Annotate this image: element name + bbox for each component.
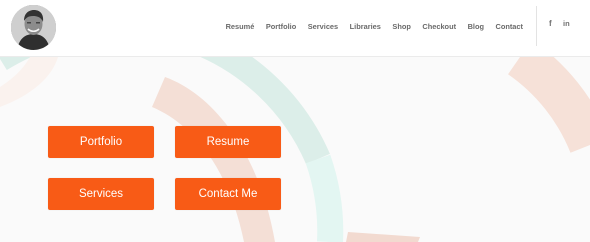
nav-item-libraries[interactable]: Libraries [350,22,381,31]
services-button[interactable]: Services [48,178,154,210]
nav-item-shop[interactable]: Shop [392,22,410,31]
avatar[interactable] [11,5,56,50]
nav-item-services[interactable]: Services [308,22,338,31]
main-nav: Resumé Portfolio Services Libraries Shop… [226,0,523,52]
contact-me-button[interactable]: Contact Me [175,178,281,210]
facebook-icon[interactable]: f [549,19,552,28]
nav-item-resume[interactable]: Resumé [226,22,255,31]
portfolio-button[interactable]: Portfolio [48,126,154,158]
nav-item-blog[interactable]: Blog [468,22,484,31]
resume-button[interactable]: Resume [175,126,281,158]
nav-item-contact[interactable]: Contact [495,22,523,31]
nav-item-portfolio[interactable]: Portfolio [266,22,296,31]
site-header: Resumé Portfolio Services Libraries Shop… [0,0,590,57]
linkedin-icon[interactable]: in [563,19,570,28]
header-divider [536,6,537,46]
nav-item-checkout[interactable]: Checkout [422,22,456,31]
avatar-photo [11,5,56,50]
